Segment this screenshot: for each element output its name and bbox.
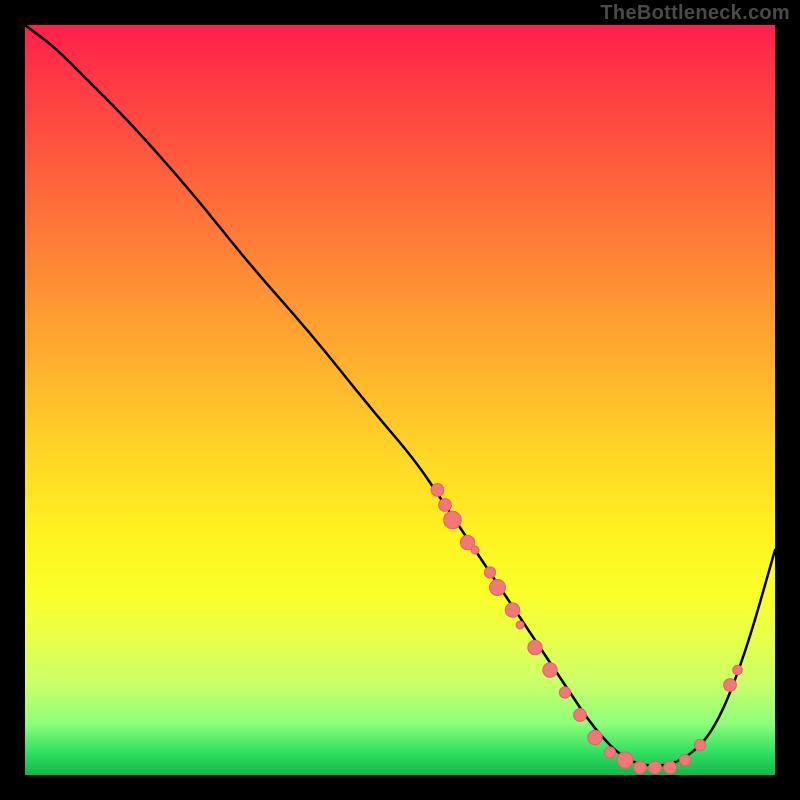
data-marker [484,567,495,578]
data-marker [528,640,542,654]
data-marker [431,484,444,497]
data-marker [574,709,587,722]
data-marker [490,580,506,596]
data-marker [694,739,705,750]
data-marker [588,730,602,744]
data-marker [679,754,690,765]
data-marker [439,499,452,512]
data-marker [444,511,462,529]
data-marker [664,761,677,774]
bottleneck-curve [25,25,775,766]
data-marker [724,679,737,692]
data-marker [634,761,647,774]
data-marker [733,665,743,675]
chart-frame: TheBottleneck.com [0,0,800,800]
watermark-text: TheBottleneck.com [600,2,790,25]
plot-area [25,25,775,775]
data-marker [559,687,570,698]
data-marker [604,747,615,758]
data-marker [471,546,479,554]
data-marker [516,621,524,629]
data-marker [649,761,662,774]
data-markers [431,484,742,774]
data-marker [617,752,633,768]
data-marker [543,663,557,677]
chart-overlay [25,25,775,775]
data-marker [505,603,519,617]
